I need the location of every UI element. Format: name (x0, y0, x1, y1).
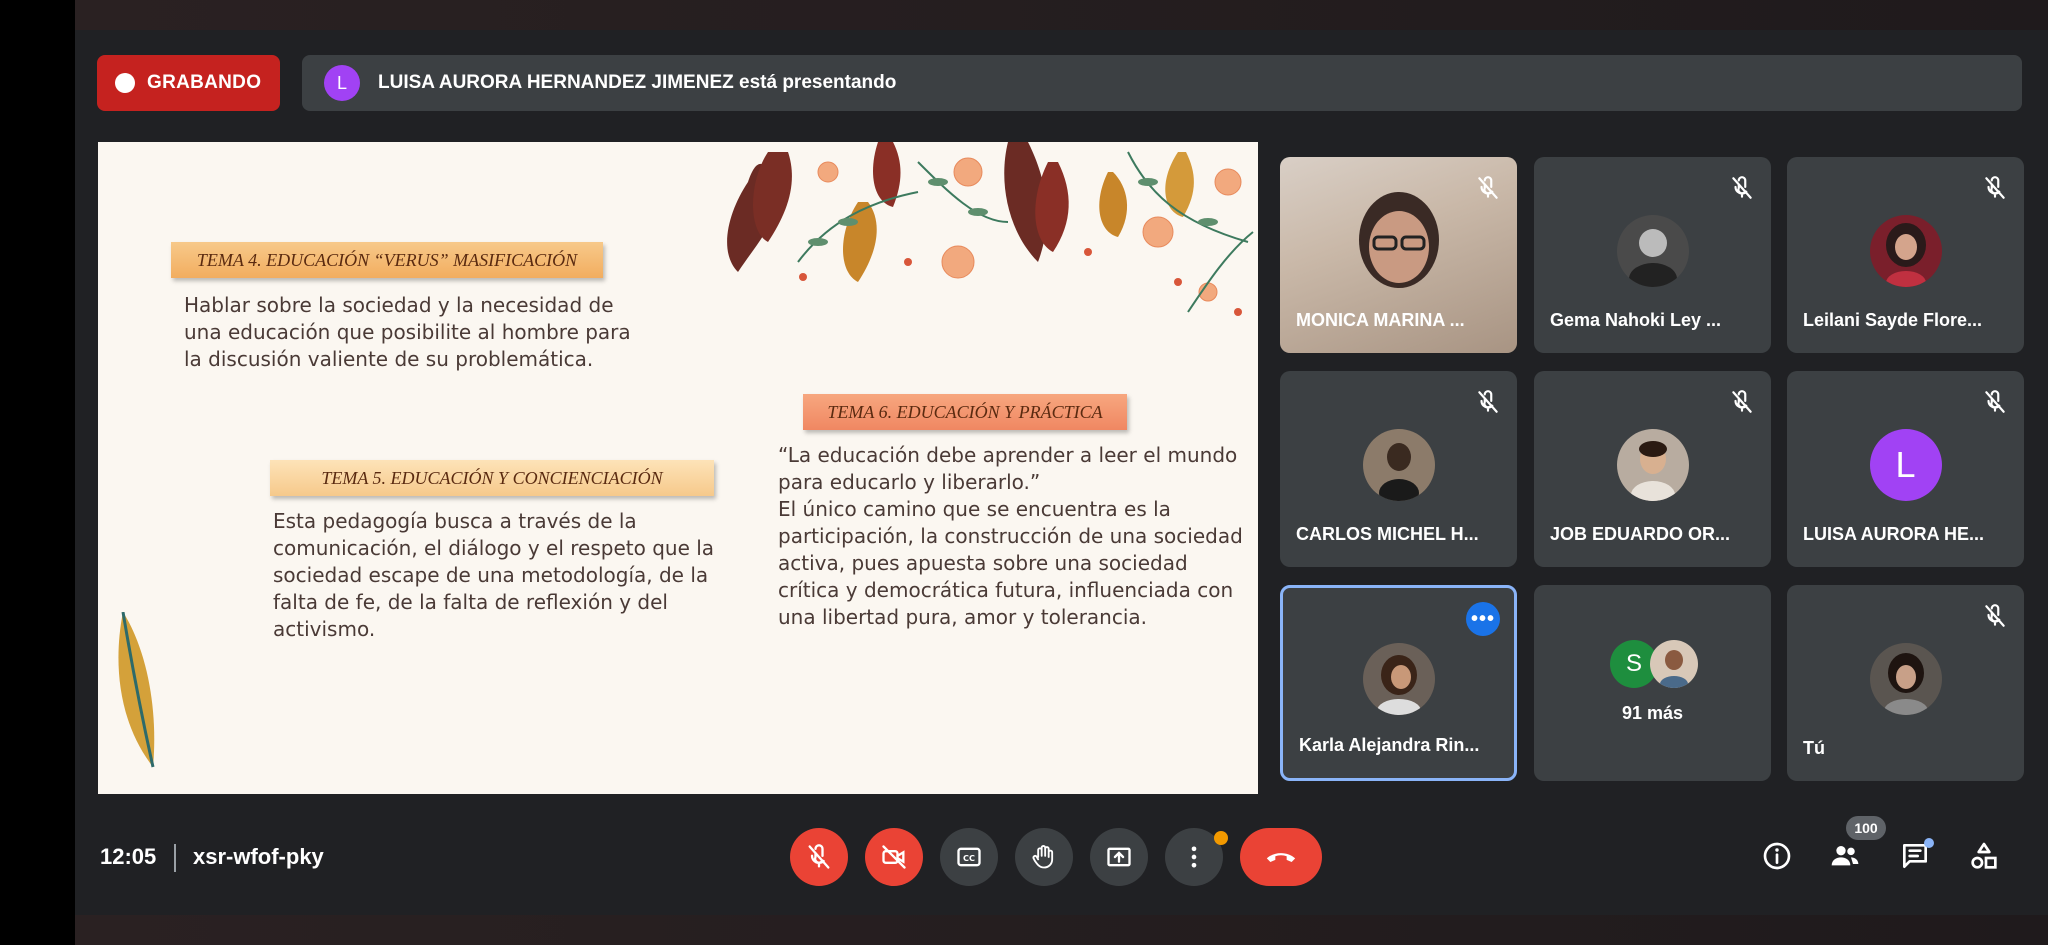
window-bottom-strip (75, 915, 2048, 945)
chat-notification-dot (1924, 838, 1934, 848)
participant-avatar: L (1869, 429, 1942, 501)
activities-button[interactable] (1966, 838, 2002, 874)
leave-call-button[interactable] (1240, 828, 1322, 886)
participant-name: Gema Nahoki Ley ... (1550, 310, 1722, 330)
recording-indicator: GRABANDO (97, 55, 280, 111)
notification-dot (1214, 831, 1228, 845)
participant-name: Leilani Sayde Flore... (1803, 310, 1983, 330)
mic-off-icon (1478, 390, 1498, 413)
participant-tile-karla[interactable]: ••• Karla Alejandra Rin... (1280, 585, 1517, 781)
mic-off-icon (1985, 176, 2005, 199)
participant-tile-more[interactable]: S 91 más (1534, 585, 1771, 781)
topic4-text: Hablar sobre la sociedad y la necesidad … (184, 293, 631, 371)
recording-label: GRABANDO (147, 72, 262, 93)
topic4-title: TEMA 4. EDUCACIÓN “VERUS” MASIFICACIÓN (171, 242, 603, 278)
captions-button[interactable]: CC (940, 828, 998, 886)
topic5-title: TEMA 5. EDUCACIÓN Y CONCIENCIACIÓN (270, 460, 714, 496)
mic-off-icon (1732, 176, 1752, 199)
info-icon (1763, 842, 1791, 870)
participant-avatar (1616, 429, 1689, 501)
participant-avatar (1869, 215, 1942, 287)
participant-tile-luisa[interactable]: L LUISA AURORA HE... (1787, 371, 2024, 567)
participant-name: CARLOS MICHEL H... (1296, 524, 1479, 544)
mic-off-icon (1478, 176, 1498, 199)
mic-off-icon (808, 844, 830, 869)
participant-name: Tú (1803, 738, 1825, 758)
more-participants-avatars: S (1610, 640, 1700, 688)
people-icon (1831, 846, 1859, 866)
more-participants-label: 91 más (1621, 703, 1684, 723)
hang-up-icon (1266, 853, 1296, 862)
participant-avatar (1362, 429, 1435, 501)
presentation-slide: TEMA 4. EDUCACIÓN “VERUS” MASIFICACIÓN H… (98, 142, 1258, 794)
topic6-body: “La educación debe aprender a leer el mu… (778, 442, 1248, 631)
participant-avatar (1616, 215, 1689, 287)
participant-tile-monica[interactable]: MONICA MARINA ... (1280, 157, 1517, 353)
camera-button[interactable] (865, 828, 923, 886)
participant-avatar (1650, 640, 1698, 688)
topic6-quote: “La educación debe aprender a leer el mu… (778, 443, 1238, 494)
participant-name: MONICA MARINA ... (1296, 310, 1465, 330)
meeting-time: 12:05 (100, 844, 157, 869)
participant-video-face (1358, 192, 1439, 288)
more-vertical-icon (1191, 846, 1197, 868)
topic6-title: TEMA 6. EDUCACIÓN Y PRÁCTICA (803, 394, 1127, 430)
participant-avatar (1362, 643, 1435, 715)
topic6-text: El único camino que se encuentra es la p… (778, 497, 1243, 629)
window-top-strip (75, 0, 2048, 30)
svg-text:CC: CC (963, 853, 975, 863)
activities-shapes-icon (1971, 842, 1997, 869)
present-button[interactable] (1090, 828, 1148, 886)
floral-decoration (727, 142, 1254, 316)
participant-tile-self[interactable]: Tú (1787, 585, 2024, 781)
presenter-avatar: L (324, 65, 360, 101)
participant-tile-leilani[interactable]: Leilani Sayde Flore... (1787, 157, 2024, 353)
topic5-text: Esta pedagogía busca a través de la comu… (273, 509, 715, 641)
participant-name: Karla Alejandra Rin... (1299, 735, 1480, 755)
participant-name: LUISA AURORA HE... (1803, 524, 1985, 544)
recording-dot-icon (115, 73, 135, 93)
camera-off-icon (882, 845, 906, 869)
meeting-code: xsr-wfof-pky (193, 844, 324, 869)
mic-off-icon (1732, 390, 1752, 413)
people-button[interactable] (1827, 838, 1863, 874)
presenting-text: LUISA AURORA HERNANDEZ JIMENEZ está pres… (378, 72, 897, 93)
participant-avatar (1869, 643, 1942, 715)
people-count-badge: 100 (1846, 816, 1886, 840)
mic-off-icon (1985, 604, 2005, 627)
participant-tile-carlos[interactable]: CARLOS MICHEL H... (1280, 371, 1517, 567)
microphone-button[interactable] (790, 828, 848, 886)
mic-off-icon (1985, 390, 2005, 413)
raise-hand-button[interactable] (1015, 828, 1073, 886)
divider (174, 844, 176, 872)
participant-tile-job[interactable]: JOB EDUARDO OR... (1534, 371, 1771, 567)
presenting-banner: L LUISA AURORA HERNANDEZ JIMENEZ está pr… (302, 55, 2022, 111)
participant-name: JOB EDUARDO OR... (1550, 524, 1731, 544)
raise-hand-icon (1032, 845, 1054, 869)
participant-tile-gema[interactable]: Gema Nahoki Ley ... (1534, 157, 1771, 353)
more-options-icon[interactable]: ••• (1466, 602, 1500, 636)
captions-icon: CC (957, 847, 981, 867)
meeting-details-button[interactable] (1759, 838, 1795, 874)
present-screen-icon (1107, 847, 1131, 867)
leaf-decoration (118, 612, 155, 768)
